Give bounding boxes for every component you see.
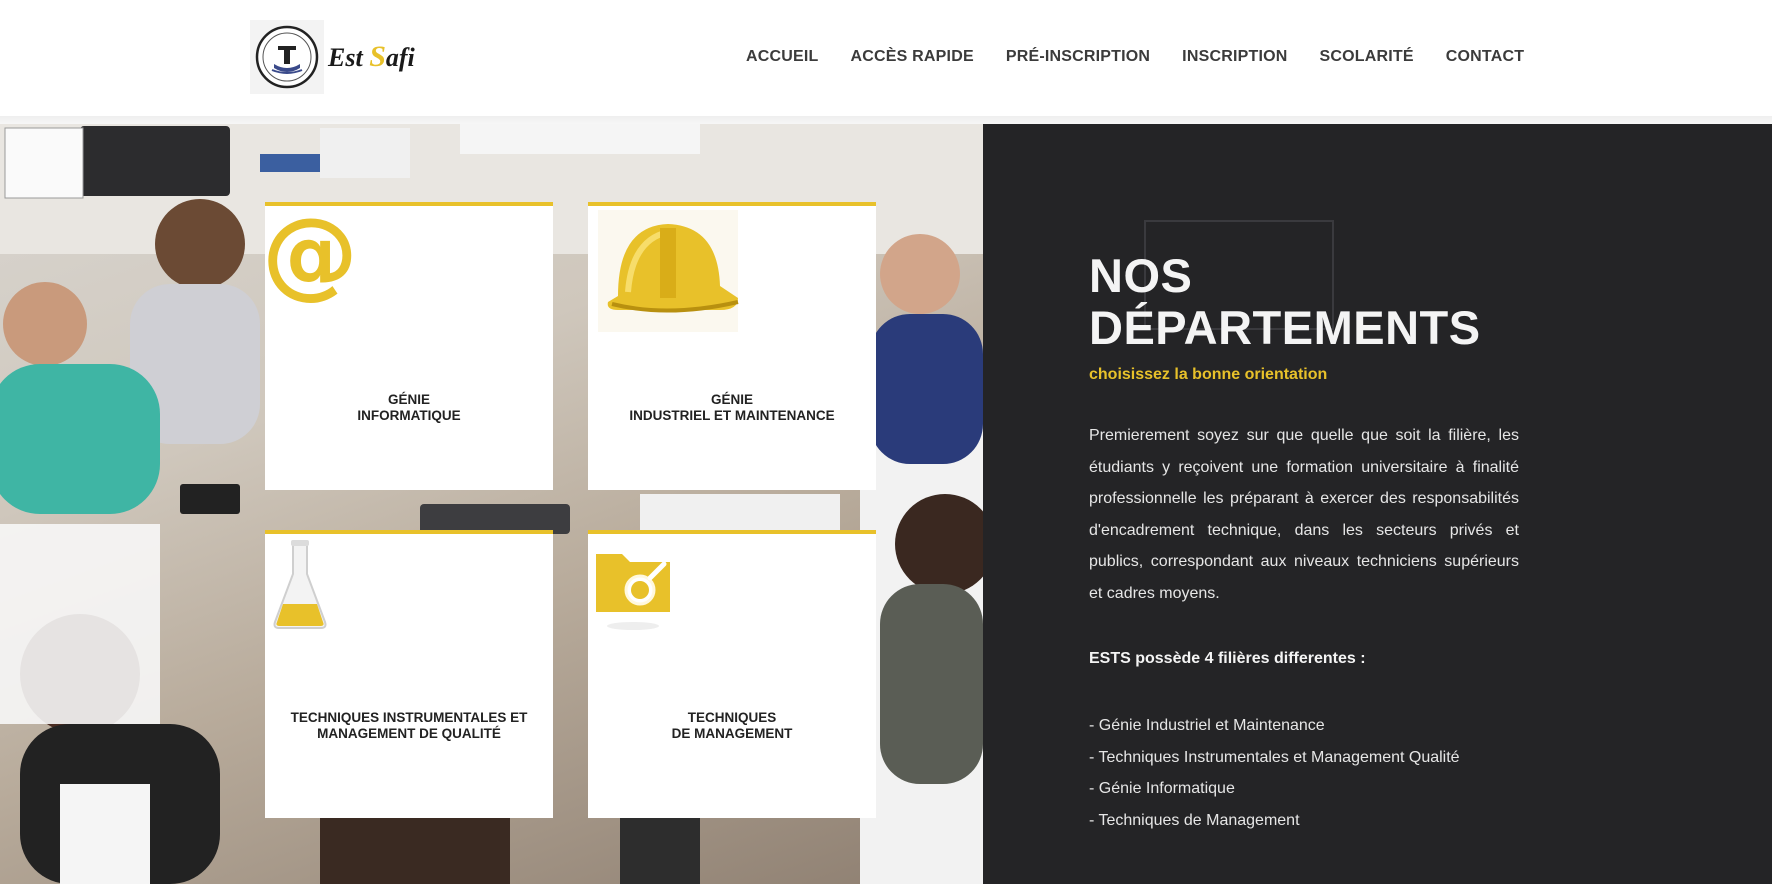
department-card-genie-informatique[interactable]: @ GÉNIE INFORMATIQUE	[265, 202, 553, 490]
nav-inscription[interactable]: INSCRIPTION	[1182, 48, 1287, 66]
panel-title: NOS DÉPARTEMENTS	[1089, 249, 1481, 354]
header-divider	[0, 116, 1772, 124]
site-header: Est Safi ACCUEIL ACCÈS RAPIDE PRÉ-INSCRI…	[0, 0, 1772, 122]
department-card-techniques-management[interactable]: TECHNIQUES DE MANAGEMENT	[588, 530, 876, 818]
hard-hat-icon	[588, 206, 876, 406]
panel-subtitle: choisissez la bonne orientation	[1089, 366, 1328, 383]
card-label: TECHNIQUES DE MANAGEMENT	[671, 710, 793, 741]
logo-wordmark: Est Safi	[328, 40, 415, 73]
nav-accueil[interactable]: ACCUEIL	[746, 48, 819, 66]
nav-scolarite[interactable]: SCOLARITÉ	[1320, 48, 1414, 66]
nav-pre-inscription[interactable]: PRÉ-INSCRIPTION	[1006, 48, 1150, 66]
list-item: - Techniques de Management	[1089, 811, 1300, 829]
list-item: - Génie Industriel et Maintenance	[1089, 717, 1325, 734]
svg-text:@: @	[265, 206, 355, 306]
card-label: GÉNIE INDUSTRIEL ET MAINTENANCE	[629, 392, 835, 423]
list-item: - Génie Informatique	[1089, 780, 1235, 797]
nav-contact[interactable]: CONTACT	[1446, 48, 1524, 66]
card-label: GÉNIE INFORMATIQUE	[357, 392, 461, 423]
site-logo[interactable]: Est Safi	[250, 20, 415, 94]
departments-info-panel: NOS DÉPARTEMENTS choisissez la bonne ori…	[983, 124, 1772, 884]
panel-description: Premierement soyez sur que quelle que so…	[1089, 427, 1519, 602]
nav-acces-rapide[interactable]: ACCÈS RAPIDE	[851, 48, 974, 66]
students-background-photo: @ GÉNIE INFORMATIQUE GÉNIE INDUSTRIEL ET…	[0, 124, 983, 884]
lab-flask-icon	[265, 534, 553, 734]
school-emblem-icon	[250, 20, 324, 94]
filieres-heading: ESTS possède 4 filières differentes :	[1089, 650, 1366, 667]
list-item: - Techniques Instrumentales et Managemen…	[1089, 748, 1460, 766]
filieres-list: - Génie Industriel et Maintenance - Tech…	[1089, 710, 1460, 836]
folder-search-icon	[588, 534, 876, 734]
main-nav: ACCUEIL ACCÈS RAPIDE PRÉ-INSCRIPTION INS…	[746, 48, 1524, 66]
card-label: TECHNIQUES INSTRUMENTALES ET MANAGEMENT …	[290, 710, 528, 741]
at-sign-icon: @	[265, 206, 553, 406]
department-card-genie-industriel[interactable]: GÉNIE INDUSTRIEL ET MAINTENANCE	[588, 202, 876, 490]
department-card-techniques-instrumentales[interactable]: TECHNIQUES INSTRUMENTALES ET MANAGEMENT …	[265, 530, 553, 818]
